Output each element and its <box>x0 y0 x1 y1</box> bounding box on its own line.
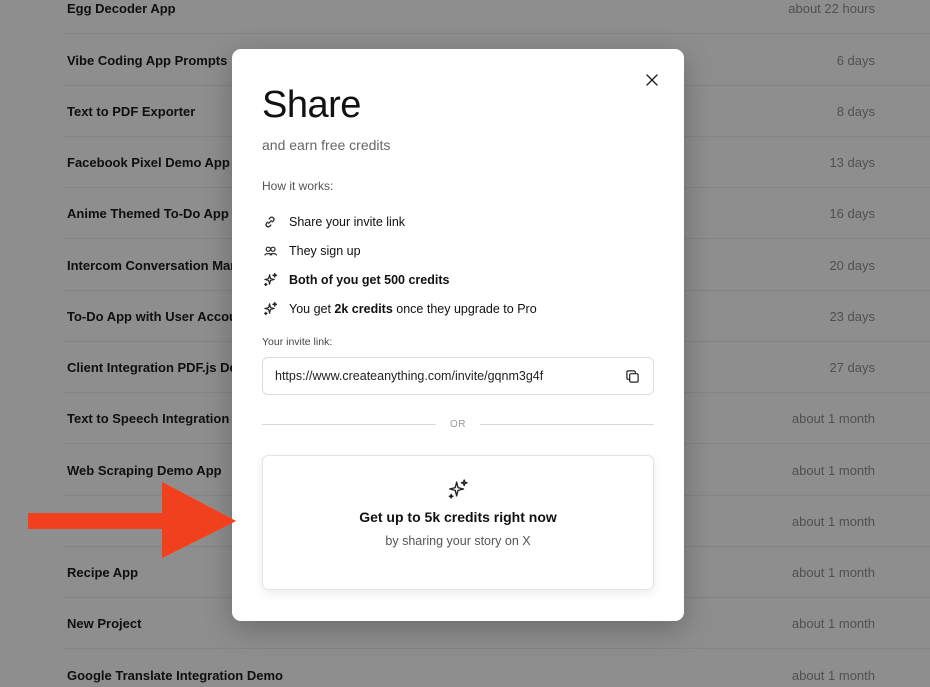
users-icon <box>262 243 278 259</box>
close-icon <box>646 74 658 86</box>
annotation-arrow <box>28 482 236 558</box>
close-button[interactable] <box>642 70 662 90</box>
share-modal: Share and earn free credits How it works… <box>232 49 684 621</box>
x-card-headline: Get up to 5k credits right now <box>359 509 557 525</box>
sparkle-icon <box>262 301 278 317</box>
modal-subtitle: and earn free credits <box>262 137 391 153</box>
step-text-bold: Both of you get 500 credits <box>289 272 450 287</box>
step-text: They sign up <box>289 243 361 258</box>
invite-link-url[interactable]: https://www.createanything.com/invite/gq… <box>275 369 623 383</box>
divider-line <box>480 423 654 425</box>
step-text: You get <box>289 301 335 316</box>
step-item: They sign up <box>262 236 654 265</box>
invite-link-label: Your invite link: <box>262 336 333 348</box>
how-it-works-label: How it works: <box>262 179 334 193</box>
share-on-x-card[interactable]: Get up to 5k credits right now by sharin… <box>262 455 654 590</box>
invite-link-field[interactable]: https://www.createanything.com/invite/gq… <box>262 357 654 395</box>
x-card-subtext: by sharing your story on X <box>385 534 531 548</box>
divider-text: OR <box>450 418 466 430</box>
steps-list: Share your invite link They sign up Both… <box>262 207 654 323</box>
step-item: Both of you get 500 credits <box>262 265 654 294</box>
step-text-bold: 2k credits <box>334 301 393 316</box>
sparkle-icon <box>262 272 278 288</box>
step-text: once they upgrade to Pro <box>392 301 537 316</box>
sparkle-icon <box>448 479 468 499</box>
link-icon <box>262 214 278 230</box>
copy-button[interactable] <box>623 367 641 385</box>
or-divider: OR <box>262 417 654 431</box>
step-text: Share your invite link <box>289 214 406 229</box>
divider-line <box>262 423 436 425</box>
step-item: You get 2k credits once they upgrade to … <box>262 294 654 323</box>
modal-title: Share <box>262 84 361 126</box>
copy-icon <box>625 369 639 383</box>
step-item: Share your invite link <box>262 207 654 236</box>
